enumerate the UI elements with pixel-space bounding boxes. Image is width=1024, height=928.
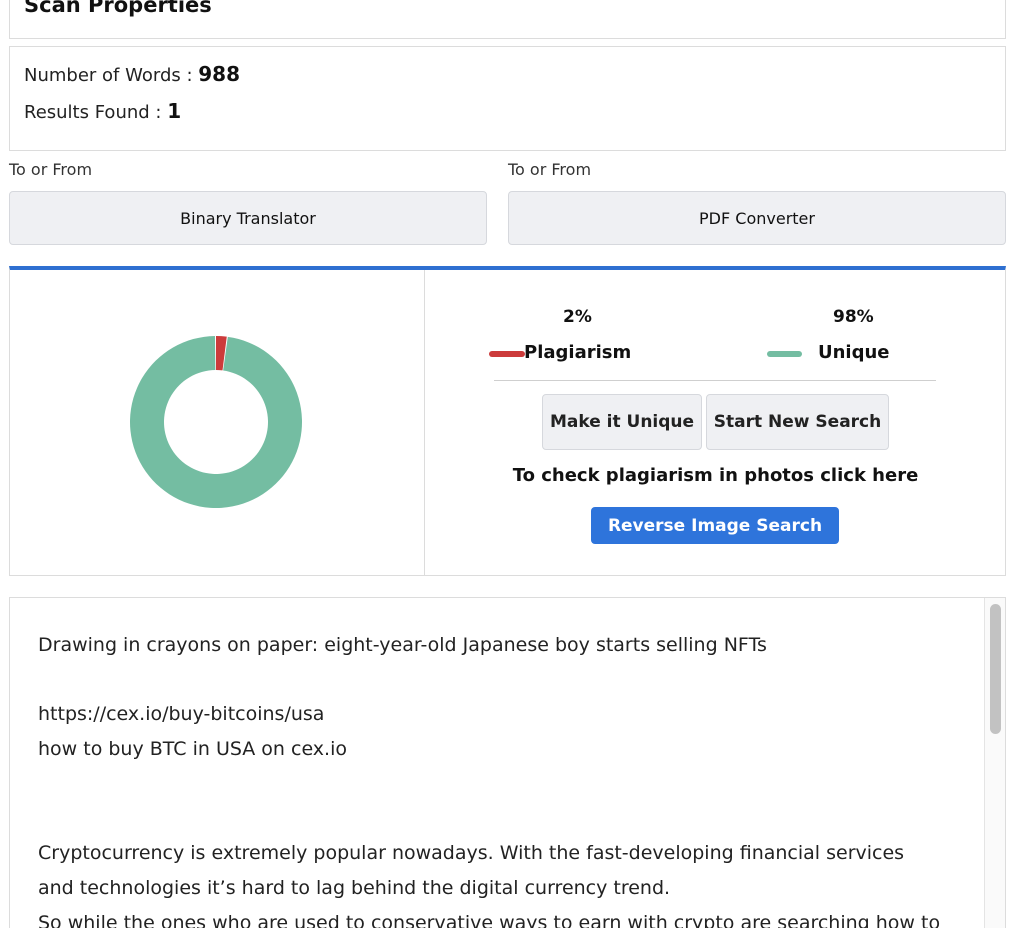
scan-properties-panel: Scan Properties	[9, 0, 1006, 39]
text-line	[38, 663, 968, 698]
panel-divider	[424, 270, 425, 575]
make-it-unique-button[interactable]: Make it Unique	[542, 394, 702, 450]
unique-percent: 98%	[833, 307, 874, 327]
word-count: Number of Words : 988	[24, 62, 240, 86]
word-count-label: Number of Words :	[24, 65, 199, 86]
results-panel: 2% 98% Plagiarism Unique Make it Unique …	[9, 266, 1006, 576]
photo-plagiarism-hint: To check plagiarism in photos click here	[512, 465, 919, 486]
reverse-image-search-button[interactable]: Reverse Image Search	[591, 507, 839, 544]
legend-divider	[494, 380, 936, 381]
text-line: https://cex.io/buy-bitcoins/usa	[38, 703, 325, 726]
text-line: and technologies it’s hard to lag behind…	[38, 876, 671, 899]
plagiarism-legend-label: Plagiarism	[524, 342, 632, 363]
plagiarism-donut-chart	[130, 336, 302, 508]
text-line	[38, 767, 968, 802]
plagiarism-legend-swatch	[489, 351, 525, 357]
scan-properties-title: Scan Properties	[24, 0, 212, 17]
text-line: Drawing in crayons on paper: eight-year-…	[38, 634, 767, 656]
results-found-value: 1	[167, 99, 182, 123]
plagiarism-percent: 2%	[563, 307, 592, 327]
scrollbar-thumb[interactable]	[990, 604, 1001, 734]
text-line: So while the ones who are used to conser…	[38, 911, 941, 928]
text-line: Cryptocurrency is extremely popular nowa…	[38, 842, 905, 865]
scanned-text-area[interactable]: Drawing in crayons on paper: eight-year-…	[9, 597, 1006, 928]
pdf-converter-button[interactable]: PDF Converter	[508, 191, 1006, 245]
text-scrollbar[interactable]	[984, 598, 1005, 928]
unique-legend-swatch	[767, 351, 802, 357]
binary-translator-button[interactable]: Binary Translator	[9, 191, 487, 245]
text-line	[38, 801, 968, 836]
results-found: Results Found : 1	[24, 99, 181, 123]
scan-stats-box: Number of Words : 988 Results Found : 1	[9, 46, 1006, 151]
start-new-search-button[interactable]: Start New Search	[706, 394, 889, 450]
results-found-label: Results Found :	[24, 102, 168, 123]
scanned-text-content: Drawing in crayons on paper: eight-year-…	[38, 628, 968, 928]
pdf-converter-label: To or From	[508, 160, 592, 179]
word-count-value: 988	[198, 62, 241, 86]
binary-translator-label: To or From	[9, 160, 93, 179]
text-line: how to buy BTC in USA on cex.io	[38, 738, 347, 761]
unique-legend-label: Unique	[818, 342, 890, 363]
